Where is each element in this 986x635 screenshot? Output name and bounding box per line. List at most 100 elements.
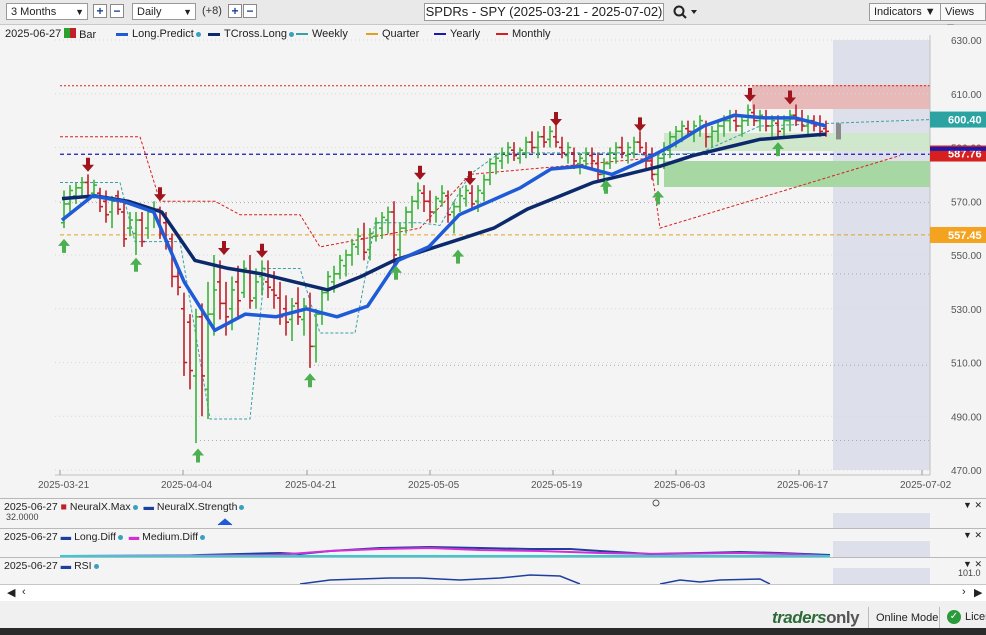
y-axis-ticks: 630.00610.00590.00570.00550.00530.00510.…	[951, 36, 982, 477]
offset-plus-button[interactable]: +	[228, 4, 242, 18]
x-tick-label: 2025-04-21	[285, 480, 337, 491]
y-tick-label: 470.00	[951, 466, 982, 477]
pane-label: 2025-06-27 ■ NeuralX.Max ▬ NeuralX.Stren…	[4, 501, 245, 513]
pane-controls[interactable]: ▼ ✕	[963, 530, 982, 541]
y-tick-label: 550.00	[951, 251, 982, 262]
y-tick-label: 510.00	[951, 359, 982, 370]
pane-diff[interactable]: 2025-06-27 ▬ Long.Diff ▬ Medium.Diff ▼ ✕	[0, 528, 986, 557]
sell-arrow	[550, 112, 562, 126]
legend-quarter[interactable]: Quarter	[366, 28, 419, 40]
legend-label: Long.Predict	[132, 28, 194, 40]
legend-label: Quarter	[382, 28, 420, 40]
chevron-down-icon: ▼	[183, 7, 192, 17]
yearly-tag	[930, 146, 986, 151]
buy-arrow	[452, 249, 464, 264]
pane-value: 32.0000	[6, 512, 39, 522]
x-tick-label: 2025-05-19	[531, 480, 583, 491]
zoom-out-button[interactable]: −	[110, 4, 124, 18]
y-tick-label: 610.00	[951, 90, 982, 101]
pane-neuralx[interactable]: 2025-06-27 ■ NeuralX.Max ▬ NeuralX.Stren…	[0, 498, 986, 528]
legend-tcross-long[interactable]: TCross.Long	[208, 28, 294, 40]
y-tick-label: 530.00	[951, 305, 982, 316]
chevron-down-icon: ▼	[924, 6, 936, 18]
legend-bar[interactable]: Bar	[64, 28, 96, 41]
legend-label: Bar	[79, 29, 97, 41]
x-tick-label: 2025-04-04	[161, 480, 213, 491]
indicators-button[interactable]: Indicators ▼	[869, 3, 941, 21]
buy-arrow	[58, 238, 70, 253]
offset-minus-button[interactable]: −	[243, 4, 257, 18]
sell-arrow	[256, 243, 268, 258]
sell-arrow	[218, 241, 230, 255]
price-tags: 600.40587.76557.45	[930, 111, 986, 243]
symbol-title[interactable]: SPDRs - SPY (2025-03-21 - 2025-07-02)	[424, 3, 664, 21]
y-tick-label: 490.00	[951, 412, 982, 423]
buy-arrow	[130, 257, 142, 272]
sell-arrow	[634, 117, 646, 132]
x-tick-label: 2025-06-03	[654, 480, 706, 491]
legend-label: Monthly	[512, 28, 551, 40]
chevron-down-icon: ▼	[75, 7, 84, 17]
legend-weekly[interactable]: Weekly	[296, 28, 348, 40]
price-tag-label: 557.45	[948, 230, 982, 242]
pane-resize-handle[interactable]	[652, 499, 660, 507]
pane-rsi[interactable]: 2025-06-27 ▬ RSI 101.0 ▼ ✕	[0, 557, 986, 584]
horizontal-scrollbar[interactable]: ◀ ‹ › ▶	[0, 584, 986, 602]
search-icon	[673, 5, 697, 19]
brand-logo: tradersonly	[772, 608, 860, 627]
monthly-step-line	[60, 136, 901, 248]
indicators-label: Indicators	[874, 6, 922, 18]
license-status[interactable]: Licen	[965, 611, 986, 623]
sell-arrow	[154, 187, 166, 202]
toolbar: 3 Months ▼ + − Daily ▼ (+8) + − SPDRs - SP…	[0, 0, 986, 34]
legend-date: 2025-06-27	[5, 28, 62, 40]
pane-controls[interactable]: ▼ ✕	[963, 559, 982, 570]
y-tick-label: 630.00	[951, 36, 982, 47]
legend-yearly[interactable]: Yearly	[434, 28, 480, 40]
scroll-left-step-icon[interactable]: ‹	[22, 586, 26, 598]
pane-controls[interactable]: ▼ ✕	[963, 500, 982, 511]
sell-arrow	[464, 171, 476, 186]
pane-label: 2025-06-27 ▬ RSI	[4, 560, 99, 572]
search-button[interactable]	[671, 3, 701, 21]
chart-legend: 2025-06-27 Bar Long.Predict TCross.Long …	[0, 26, 930, 42]
x-tick-label: 2025-03-21	[38, 480, 90, 491]
sell-arrow	[414, 165, 426, 180]
scroll-left-icon[interactable]: ◀	[7, 586, 15, 599]
buy-arrow	[192, 448, 204, 463]
buy-arrow	[304, 373, 316, 388]
buy-arrow	[652, 190, 664, 205]
scroll-right-icon[interactable]: ▶	[974, 586, 982, 599]
legend-monthly[interactable]: Monthly	[496, 28, 551, 40]
legend-label: Weekly	[312, 28, 348, 40]
rsi-plot	[299, 568, 930, 584]
check-icon: ✓	[947, 610, 961, 624]
range-value: 3 Months	[11, 6, 57, 18]
legend-label: TCross.Long	[224, 28, 287, 40]
resistance-zone	[752, 85, 930, 109]
price-tag-label: 600.40	[948, 115, 982, 127]
sell-arrow	[82, 157, 94, 172]
x-tick-label: 2025-07-02	[900, 480, 952, 491]
current-bar	[836, 123, 841, 140]
views-label: Views	[945, 6, 975, 18]
taskbar-strip	[0, 628, 986, 635]
zoom-in-button[interactable]: +	[93, 4, 107, 18]
x-axis-ticks: 2025-03-21 2025-04-04 2025-04-21 2025-05-05…	[38, 470, 952, 491]
offset-label: (+8)	[202, 5, 222, 17]
legend-long-predict[interactable]: Long.Predict	[116, 28, 201, 40]
interval-value: Daily	[137, 6, 162, 18]
x-tick-label: 2025-05-05	[408, 480, 460, 491]
legend-label: Yearly	[450, 28, 481, 40]
scroll-right-step-icon[interactable]: ›	[962, 586, 966, 598]
price-chart[interactable]: 630.00610.00590.00570.00550.00530.00510.…	[0, 25, 986, 497]
views-button[interactable]: Views ▼	[940, 3, 986, 34]
support-zone	[664, 161, 930, 187]
range-select[interactable]: 3 Months ▼	[6, 3, 88, 20]
online-mode-status[interactable]: Online Mode	[876, 612, 938, 624]
bar-icon	[64, 28, 76, 38]
pane-label: 2025-06-27 ▬ Long.Diff ▬ Medium.Diff	[4, 531, 205, 543]
main-chart-area[interactable]: 630.00610.00590.00570.00550.00530.00510.…	[0, 25, 986, 497]
interval-select[interactable]: Daily ▼	[132, 3, 196, 20]
x-tick-label: 2025-06-17	[777, 480, 829, 491]
